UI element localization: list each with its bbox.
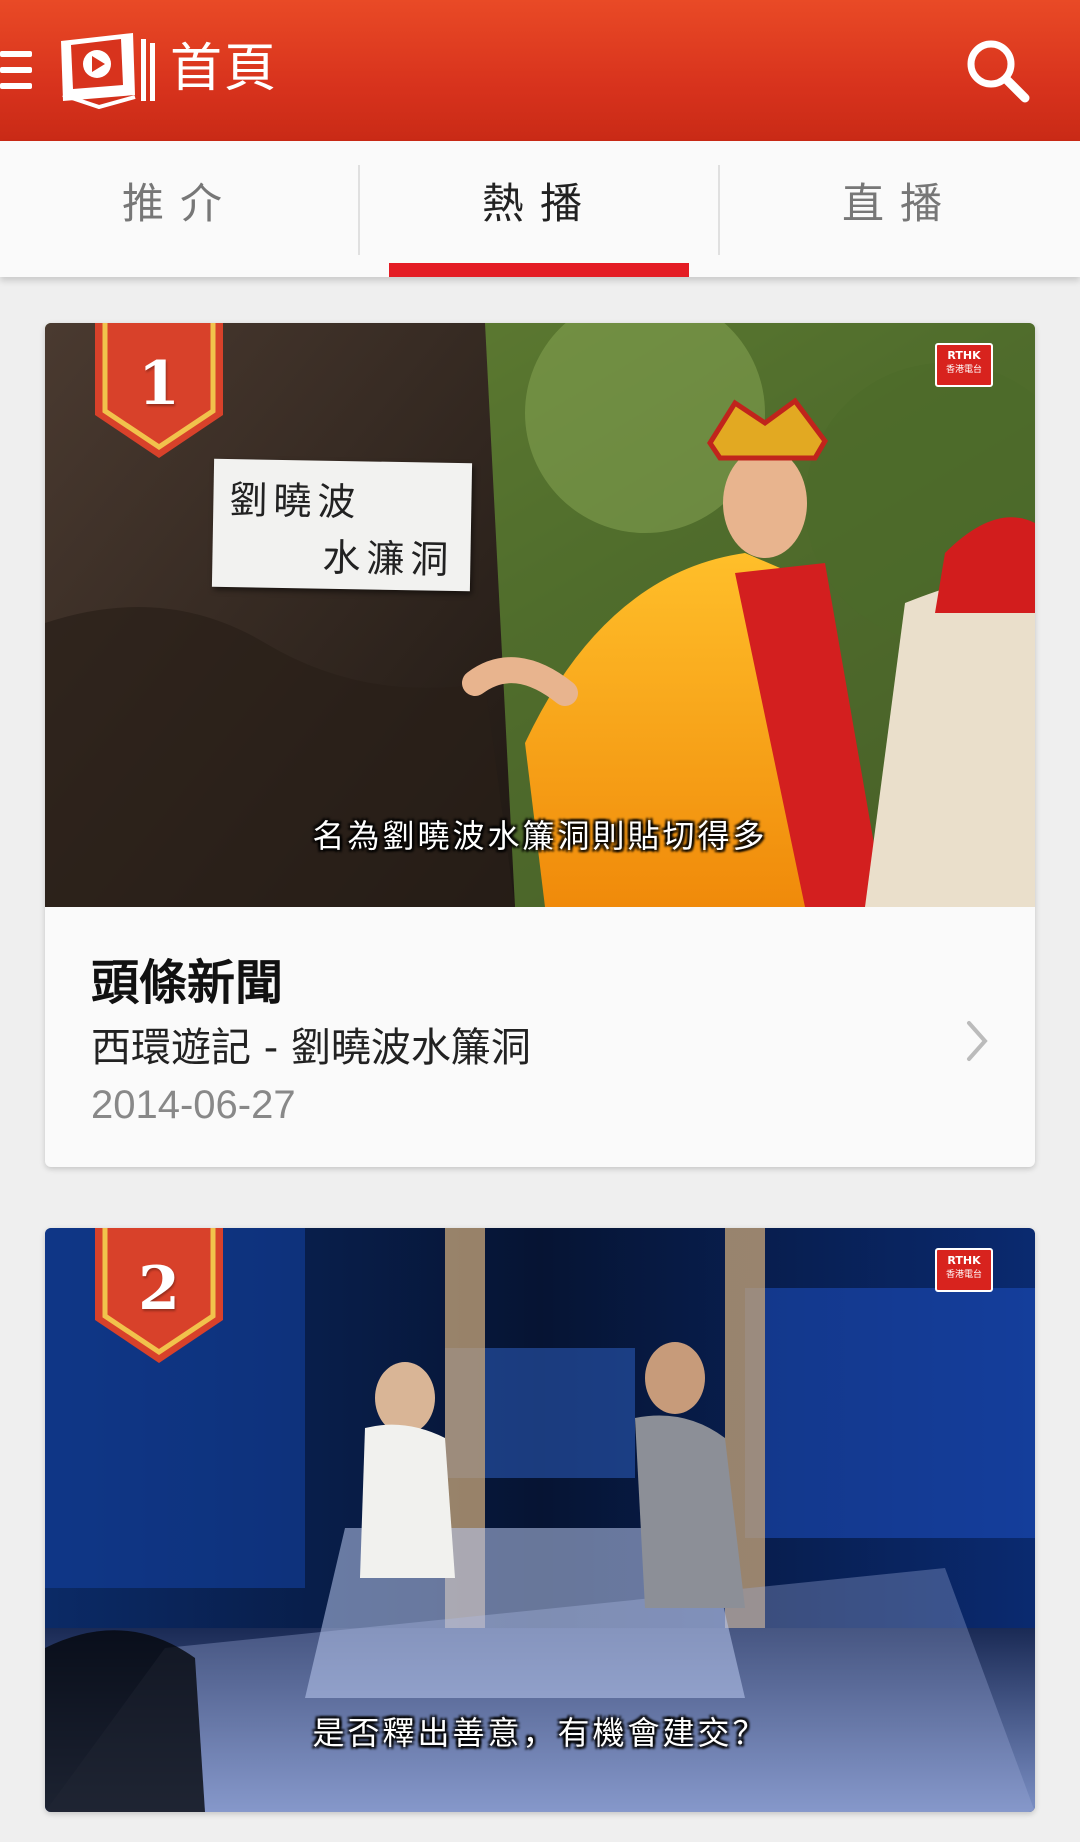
search-icon[interactable] — [963, 36, 1033, 106]
tab-recommended[interactable]: 推介 — [0, 141, 360, 277]
active-tab-indicator — [389, 263, 689, 277]
video-card[interactable]: 劉曉波 水濂洞 名為劉曉波水簾洞則貼切得多 1 RTHK 香港電台 頭條新聞 西… — [45, 323, 1035, 1167]
thumbnail-sign: 劉曉波 水濂洞 — [211, 458, 473, 592]
app-bar: 首頁 — [0, 0, 1080, 141]
video-subtitle: 是否釋出善意，有機會建交？ — [312, 1714, 768, 1752]
broadcaster-badge: RTHK 香港電台 — [935, 1248, 993, 1292]
tab-live[interactable]: 直播 — [720, 141, 1080, 277]
video-subtitle: 名為劉曉波水簾洞則貼切得多 — [312, 817, 768, 855]
video-card[interactable]: 是否釋出善意，有機會建交？ 2 RTHK 香港電台 — [45, 1228, 1035, 1812]
card-title: 西環遊記 - 劉曉波水簾洞 — [91, 1025, 531, 1071]
rank-number: 1 — [138, 349, 180, 419]
video-thumbnail[interactable]: 是否釋出善意，有機會建交？ 2 RTHK 香港電台 — [45, 1228, 1035, 1812]
chevron-right-icon — [967, 1021, 988, 1061]
card-category: 頭條新聞 — [91, 955, 284, 1011]
rank-number: 2 — [138, 1254, 180, 1324]
menu-icon[interactable] — [0, 51, 32, 89]
card-date: 2014-06-27 — [91, 1083, 296, 1127]
app-logo-icon — [61, 33, 155, 109]
page-title: 首頁 — [170, 39, 279, 99]
broadcaster-badge: RTHK 香港電台 — [935, 343, 993, 387]
video-thumbnail[interactable]: 劉曉波 水濂洞 名為劉曉波水簾洞則貼切得多 1 RTHK 香港電台 — [45, 323, 1035, 907]
tab-bar: 推介 熱播 直播 — [0, 141, 1080, 277]
card-info[interactable]: 頭條新聞 西環遊記 - 劉曉波水簾洞 2014-06-27 — [45, 907, 1035, 1167]
tab-hot[interactable]: 熱播 — [360, 141, 720, 277]
